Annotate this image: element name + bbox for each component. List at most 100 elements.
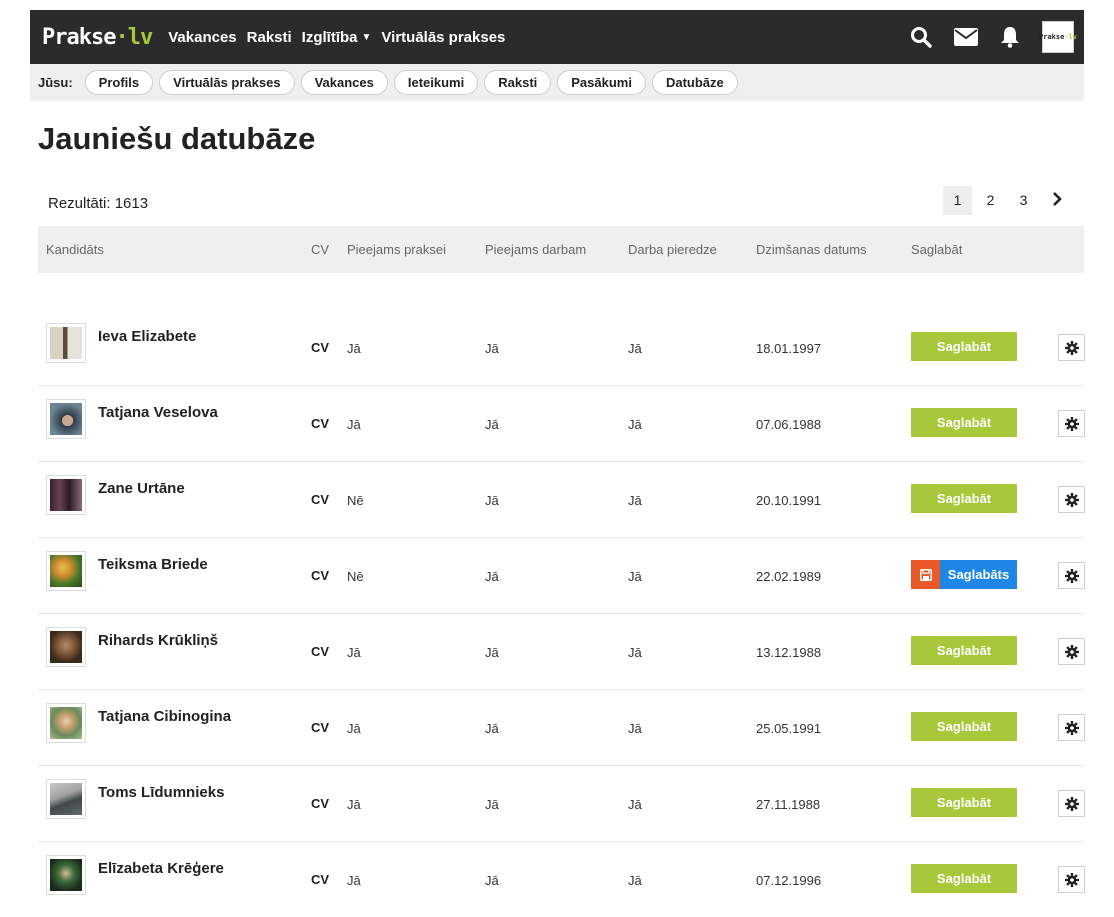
candidate-name[interactable]: Tatjana Cibinogina [98,708,231,725]
candidate-photo[interactable] [46,779,86,819]
page-2-button[interactable]: 2 [976,186,1005,215]
candidate-name[interactable]: Elīzabeta Krēģere [98,860,224,877]
page-3-button[interactable]: 3 [1009,186,1038,215]
nav-izglitiba-label: Izglītība [301,28,358,46]
subnav-vakances[interactable]: Vakances [300,70,388,95]
gear-icon[interactable] [1058,790,1085,817]
table-row: Rihards Krūkliņš CV Jā Jā Jā 13.12.1988 … [38,614,1085,690]
header-save: Saglabāt [911,242,963,257]
experience-value: Jā [628,493,642,508]
results-count: Rezultāti: 1613 [48,195,149,212]
cv-link[interactable]: CV [311,644,329,659]
header-work: Pieejams darbam [485,242,587,257]
subnav-label: Jūsu: [38,75,73,90]
candidate-photo[interactable] [46,855,86,895]
header-icons: Prakse · lv [910,21,1077,53]
birth-date: 07.12.1996 [756,873,822,888]
candidate-photo[interactable] [46,323,86,363]
candidate-table: Ieva Elizabete CV Jā Jā Jā 18.01.1997 Sa… [38,310,1085,917]
birth-date: 27.11.1988 [756,797,821,812]
table-header: Kandidāts CV Pieejams praksei Pieejams d… [38,226,1084,273]
save-button[interactable]: Saglabāt [911,636,1017,665]
avatar-logo-text: Prakse [1039,33,1065,41]
candidate-name[interactable]: Toms Līdumnieks [98,784,224,801]
cv-link[interactable]: CV [311,568,329,583]
cv-link[interactable]: CV [311,340,329,355]
save-disk-icon[interactable] [911,560,940,589]
candidate-photo[interactable] [46,475,86,515]
subnav-pasakumi[interactable]: Pasākumi [557,70,646,95]
cv-link[interactable]: CV [311,872,329,887]
user-avatar[interactable]: Prakse · lv [1039,21,1077,53]
gear-icon[interactable] [1058,334,1085,361]
gear-icon[interactable] [1058,714,1085,741]
birth-date: 07.06.1988 [756,417,822,432]
nav-virtualas-prakses[interactable]: Virtuālās prakses [379,29,507,46]
logo-text: Prakse [42,24,116,50]
candidate-photo[interactable] [46,627,86,667]
table-row: Teiksma Briede CV Nē Jā Jā 22.02.1989 Sa… [38,538,1085,614]
internship-value: Jā [347,341,361,356]
candidate-name[interactable]: Ieva Elizabete [98,328,196,345]
birth-date: 22.02.1989 [756,569,822,584]
nav-vakances[interactable]: Vakances [166,29,238,46]
birth-date: 18.01.1997 [756,341,822,356]
internship-value: Jā [347,797,361,812]
saved-button-group: Saglabāts [911,560,1017,589]
user-subnav: Jūsu: Profils Virtuālās prakses Vakances… [30,64,1084,101]
save-button[interactable]: Saglabāt [911,484,1017,513]
header-candidate: Kandidāts [46,242,104,257]
site-logo[interactable]: Prakse · lv [42,24,153,50]
subnav-virtualas-prakses[interactable]: Virtuālās prakses [159,70,295,95]
gear-icon[interactable] [1058,486,1085,513]
save-button[interactable]: Saglabāt [911,712,1017,741]
table-row: Zane Urtāne CV Nē Jā Jā 20.10.1991 Sagla… [38,462,1085,538]
cv-link[interactable]: CV [311,416,329,431]
work-value: Jā [485,645,499,660]
experience-value: Jā [628,645,642,660]
work-value: Jā [485,873,499,888]
internship-value: Jā [347,645,361,660]
caret-down-icon: ▼ [361,31,372,43]
subnav-profils[interactable]: Profils [84,70,154,95]
nav-raksti[interactable]: Raksti [245,29,294,46]
candidate-photo[interactable] [46,399,86,439]
gear-icon[interactable] [1058,410,1085,437]
subnav-raksti[interactable]: Raksti [484,70,552,95]
save-button[interactable]: Saglabāt [911,332,1017,361]
bell-icon[interactable] [1000,26,1020,48]
pagination: 1 2 3 [943,186,1075,215]
save-button[interactable]: Saglabāt [911,788,1017,817]
candidate-name[interactable]: Tatjana Veselova [98,404,218,421]
nav-izglitiba[interactable]: Izglītība ▼ [300,29,374,46]
candidate-photo[interactable] [46,551,86,591]
gear-icon[interactable] [1058,638,1085,665]
cv-link[interactable]: CV [311,720,329,735]
header-experience: Darba pieredze [628,242,717,257]
page-1-button[interactable]: 1 [943,186,972,215]
header-cv: CV [311,242,330,257]
cv-link[interactable]: CV [311,492,329,507]
save-button[interactable]: Saglabāt [911,408,1017,437]
saved-button[interactable]: Saglabāts [940,560,1017,589]
subnav-ieteikumi[interactable]: Ieteikumi [393,70,479,95]
candidate-photo[interactable] [46,703,86,743]
subnav-datubaze[interactable]: Datubāze [651,70,738,95]
candidate-name[interactable]: Zane Urtāne [98,480,185,497]
experience-value: Jā [628,417,642,432]
mail-icon[interactable] [954,28,978,46]
cv-link[interactable]: CV [311,796,329,811]
search-icon[interactable] [910,26,932,48]
next-page-icon[interactable] [1042,186,1071,215]
candidate-name[interactable]: Rihards Krūkliņš [98,632,218,649]
top-navigation-bar: Prakse · lv Vakances Raksti Izglītība ▼ Vir… [30,10,1084,64]
gear-icon[interactable] [1058,562,1085,589]
birth-date: 25.05.1991 [756,721,822,736]
work-value: Jā [485,569,499,584]
internship-value: Nē [347,569,364,584]
table-row: Ieva Elizabete CV Jā Jā Jā 18.01.1997 Sa… [38,310,1085,386]
avatar-logo-tld: lv [1068,33,1077,41]
header-internship: Pieejams praksei [347,242,446,257]
experience-value: Jā [628,569,642,584]
candidate-name[interactable]: Teiksma Briede [98,556,208,573]
